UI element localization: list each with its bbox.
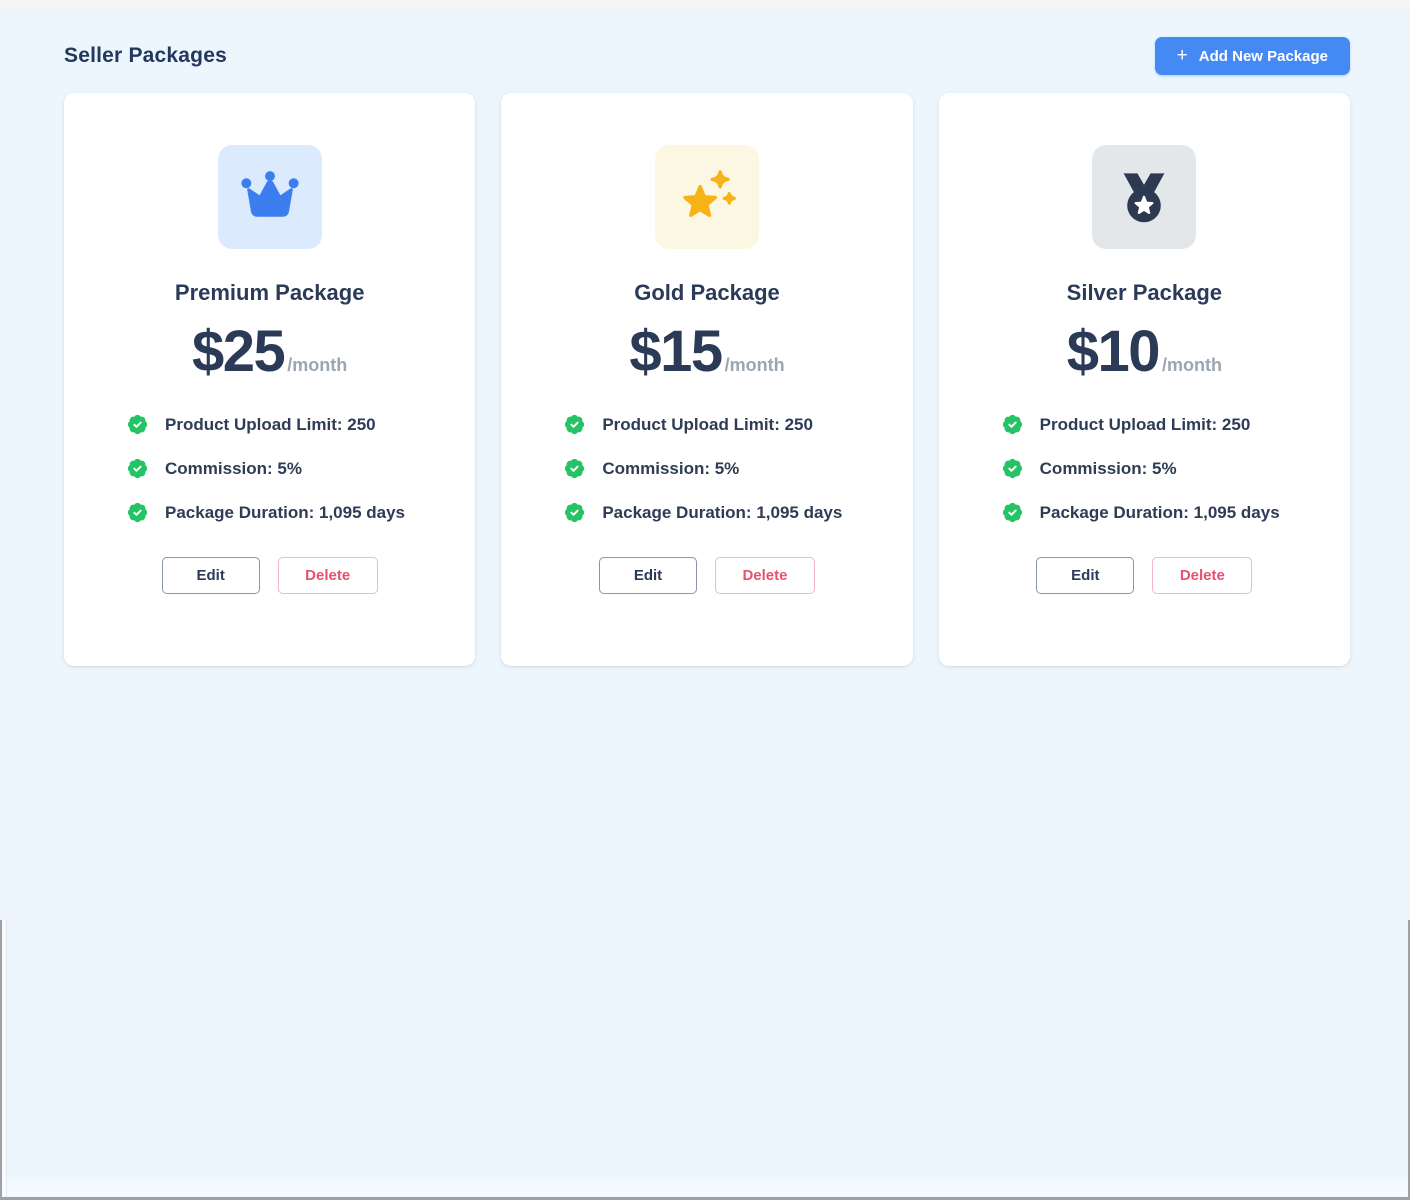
add-new-package-button[interactable]: + Add New Package [1155, 37, 1350, 75]
badge-check-icon [126, 413, 149, 436]
add-new-package-label: Add New Package [1199, 48, 1328, 65]
feature-duration: Package Duration: 1,095 days [1001, 501, 1288, 524]
package-price-row: $15 /month [629, 318, 784, 385]
feature-label: Product Upload Limit: 250 [602, 415, 813, 435]
delete-button[interactable]: Delete [1152, 557, 1252, 594]
package-card-premium: Premium Package $25 /month Product Uploa… [64, 93, 475, 666]
package-price: $10 [1067, 318, 1159, 385]
feature-commission: Commission: 5% [563, 457, 850, 480]
package-price-row: $10 /month [1067, 318, 1222, 385]
feature-commission: Commission: 5% [1001, 457, 1288, 480]
package-price: $15 [629, 318, 721, 385]
badge-check-icon [563, 501, 586, 524]
lower-viewport-frame [0, 920, 1410, 1200]
package-name: Silver Package [1067, 280, 1222, 306]
package-name: Premium Package [175, 280, 365, 306]
star-icon [655, 145, 759, 249]
feature-upload-limit: Product Upload Limit: 250 [563, 413, 850, 436]
delete-button[interactable]: Delete [278, 557, 378, 594]
badge-check-icon [1001, 457, 1024, 480]
feature-label: Package Duration: 1,095 days [602, 503, 842, 523]
edit-button[interactable]: Edit [599, 557, 697, 594]
feature-label: Commission: 5% [1040, 459, 1177, 479]
badge-check-icon [1001, 501, 1024, 524]
feature-label: Commission: 5% [602, 459, 739, 479]
package-card-silver: Silver Package $10 /month Product Upload… [939, 93, 1350, 666]
badge-check-icon [563, 413, 586, 436]
package-period: /month [725, 355, 785, 376]
package-period: /month [287, 355, 347, 376]
feature-list: Product Upload Limit: 250 Commission: 5%… [126, 413, 413, 524]
feature-upload-limit: Product Upload Limit: 250 [126, 413, 413, 436]
feature-label: Package Duration: 1,095 days [165, 503, 405, 523]
feature-commission: Commission: 5% [126, 457, 413, 480]
page-title: Seller Packages [64, 44, 227, 68]
feature-list: Product Upload Limit: 250 Commission: 5%… [563, 413, 850, 524]
card-actions: Edit Delete [599, 557, 815, 594]
feature-label: Package Duration: 1,095 days [1040, 503, 1280, 523]
badge-check-icon [563, 457, 586, 480]
card-actions: Edit Delete [162, 557, 378, 594]
plus-icon: + [1177, 46, 1188, 65]
card-actions: Edit Delete [1036, 557, 1252, 594]
feature-label: Commission: 5% [165, 459, 302, 479]
feature-label: Product Upload Limit: 250 [1040, 415, 1251, 435]
badge-check-icon [126, 457, 149, 480]
delete-button[interactable]: Delete [715, 557, 815, 594]
badge-check-icon [126, 501, 149, 524]
feature-label: Product Upload Limit: 250 [165, 415, 376, 435]
feature-duration: Package Duration: 1,095 days [126, 501, 413, 524]
page-header: Seller Packages + Add New Package [0, 37, 1410, 75]
package-card-gold: Gold Package $15 /month Product Upload L… [501, 93, 912, 666]
medal-icon [1092, 145, 1196, 249]
feature-duration: Package Duration: 1,095 days [563, 501, 850, 524]
feature-upload-limit: Product Upload Limit: 250 [1001, 413, 1288, 436]
package-name: Gold Package [634, 280, 780, 306]
edit-button[interactable]: Edit [162, 557, 260, 594]
package-price: $25 [192, 318, 284, 385]
badge-check-icon [1001, 413, 1024, 436]
package-price-row: $25 /month [192, 318, 347, 385]
top-edge-strip [0, 0, 1410, 9]
feature-list: Product Upload Limit: 250 Commission: 5%… [1001, 413, 1288, 524]
edit-button[interactable]: Edit [1036, 557, 1134, 594]
package-period: /month [1162, 355, 1222, 376]
packages-grid: Premium Package $25 /month Product Uploa… [64, 93, 1350, 666]
crown-icon [218, 145, 322, 249]
